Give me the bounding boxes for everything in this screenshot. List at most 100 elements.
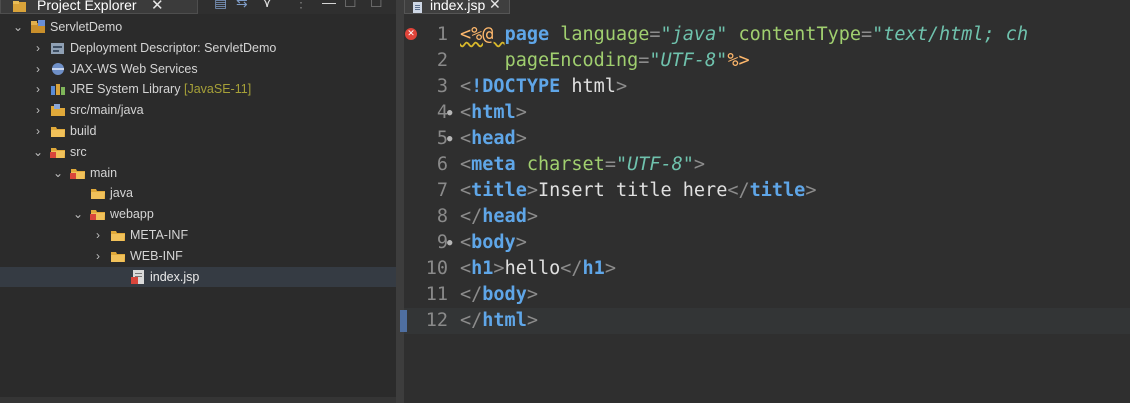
folder-icon: [91, 189, 105, 200]
file-icon: [413, 2, 422, 13]
current-line-marker: [400, 310, 407, 332]
fold-toggle-icon[interactable]: ●: [447, 100, 452, 126]
code-line-3[interactable]: 3 <!DOCTYPE html>: [404, 74, 1130, 100]
code-line-2[interactable]: 2 pageEncoding="UTF-8"%>: [404, 48, 1130, 74]
chevron-right-icon[interactable]: ›: [32, 100, 44, 120]
tree-item-label: index.jsp: [150, 269, 200, 284]
code-editor[interactable]: ✕ 1 <%@ page language="java" contentType="…: [400, 22, 1130, 403]
tree-item-jre-system-library[interactable]: › JRE System Library [JavaSE-11]: [0, 79, 396, 99]
chevron-right-icon[interactable]: ›: [92, 225, 104, 245]
code-token: >: [526, 180, 538, 201]
tree-item-build[interactable]: › build: [0, 121, 396, 141]
chevron-down-icon[interactable]: ⌄: [72, 204, 84, 224]
chevron-down-icon[interactable]: ⌄: [12, 17, 24, 37]
chevron-down-icon[interactable]: ⌄: [52, 163, 64, 183]
tree-item-jax-ws-web-services[interactable]: › JAX-WS Web Services: [0, 59, 396, 79]
error-marker-icon[interactable]: ✕: [405, 28, 417, 40]
code-line-10[interactable]: 10 <h1>hello</h1>: [404, 256, 1130, 282]
tree-item-webapp[interactable]: ⌄ webapp: [0, 204, 396, 224]
code-token: >: [805, 180, 817, 201]
tree-item-servletdemo[interactable]: ⌄ ServletDemo: [0, 17, 396, 37]
tab-index-jsp[interactable]: index.jsp ✕: [404, 0, 510, 14]
code-token: </: [460, 310, 483, 331]
chevron-right-icon[interactable]: ›: [92, 246, 104, 266]
fold-toggle-icon[interactable]: ●: [447, 126, 452, 152]
code-token: h1: [471, 258, 494, 279]
code-token: meta: [471, 154, 527, 175]
folder-icon: [111, 251, 125, 262]
tree-item-decoration: [JavaSE-11]: [184, 82, 252, 97]
chevron-right-icon[interactable]: ›: [32, 38, 44, 58]
code-token: </: [560, 258, 583, 279]
code-token: >: [526, 284, 538, 305]
code-token: >: [515, 128, 527, 149]
tree-item-main[interactable]: ⌄ main: [0, 163, 396, 183]
filter-icon[interactable]: ⋎: [262, 0, 272, 11]
code-text: </head>: [460, 204, 538, 230]
close-icon[interactable]: ✕: [489, 0, 501, 13]
collapse-all-icon[interactable]: ▤: [214, 0, 227, 11]
code-line-11[interactable]: 11 </body>: [404, 282, 1130, 308]
tree-item-src[interactable]: ⌄ src: [0, 142, 396, 162]
project-icon: [31, 20, 45, 33]
line-number: 7: [436, 180, 448, 201]
code-text: pageEncoding="UTF-8"%>: [460, 48, 750, 74]
tree-item-label: WEB-INF: [130, 248, 183, 263]
code-token: "UTF-8": [649, 50, 728, 71]
tree-item-meta-inf[interactable]: › META-INF: [0, 225, 396, 245]
fold-toggle-icon[interactable]: ●: [447, 230, 452, 256]
code-line-6[interactable]: 6 <meta charset="UTF-8">: [404, 152, 1130, 178]
code-text: </body>: [460, 282, 538, 308]
code-token: >: [615, 76, 628, 97]
tree-item-label: main: [90, 165, 118, 180]
code-token: contentType: [738, 24, 862, 45]
code-line-7[interactable]: 7 <title>Insert title here</title>: [404, 178, 1130, 204]
chevron-right-icon[interactable]: ›: [32, 79, 44, 99]
code-token: Insert title here: [537, 180, 728, 201]
maximize-icon[interactable]: ☐: [370, 0, 383, 11]
chevron-right-icon[interactable]: ›: [32, 59, 44, 79]
project-tree: ⌄ ServletDemo › Deployment Descriptor: Serv…: [0, 17, 396, 403]
tree-item-index-jsp[interactable]: index.jsp: [0, 266, 396, 287]
tab-index-jsp-label: index.jsp: [430, 0, 486, 13]
tree-item-java[interactable]: java: [0, 183, 396, 203]
code-text: <h1>hello</h1>: [460, 256, 616, 282]
code-line-5[interactable]: 5 ● <head>: [404, 126, 1130, 152]
library-icon: [51, 84, 65, 96]
code-token: title: [749, 180, 806, 201]
code-token: body: [471, 232, 516, 253]
code-line-8[interactable]: 8 </head>: [404, 204, 1130, 230]
line-number: 1: [436, 24, 448, 45]
focus-icon[interactable]: ⋮: [294, 0, 308, 11]
code-line-4[interactable]: 4 ● <html>: [404, 100, 1130, 126]
link-with-editor-icon[interactable]: ⇆: [236, 0, 248, 11]
code-token: =: [861, 24, 873, 45]
tree-item-src-main-java[interactable]: › src/main/java: [0, 100, 396, 120]
code-token: <: [460, 180, 472, 201]
chevron-down-icon[interactable]: ⌄: [32, 142, 44, 162]
panel-splitter[interactable]: [396, 0, 404, 403]
eclipse-window: Project Explorer ✕ ▤ ⇆ ⋎ ⋮ — ☐ ☐ ⌄ Servle…: [0, 0, 1130, 403]
tree-item-deployment-descriptor-servletdemo[interactable]: › Deployment Descriptor: ServletDemo: [0, 38, 396, 58]
code-token: <%@: [460, 24, 505, 45]
code-text: <title>Insert title here</title>: [460, 178, 816, 204]
code-line-1[interactable]: ✕ 1 <%@ page language="java" contentType="…: [404, 22, 1130, 48]
code-token: <: [460, 102, 472, 123]
line-number: 10: [425, 258, 448, 279]
code-token: %>: [727, 50, 750, 71]
code-token: "text/html; ch: [872, 24, 1029, 45]
code-token: head: [482, 206, 527, 227]
tab-project-explorer[interactable]: Project Explorer ✕: [0, 0, 198, 14]
tree-item-web-inf[interactable]: › WEB-INF: [0, 246, 396, 266]
line-number: 9: [436, 232, 448, 253]
code-line-9[interactable]: 9 ● <body>: [404, 230, 1130, 256]
code-token: =: [638, 50, 650, 71]
close-icon[interactable]: ✕: [151, 0, 164, 14]
view-menu-icon[interactable]: —: [322, 0, 336, 10]
code-line-12[interactable]: 12 </html>: [400, 308, 1130, 334]
chevron-right-icon[interactable]: ›: [32, 121, 44, 141]
panel-bottom-bar: [0, 397, 396, 403]
web-services-icon: [52, 62, 64, 75]
minimize-icon[interactable]: ☐: [344, 0, 357, 11]
